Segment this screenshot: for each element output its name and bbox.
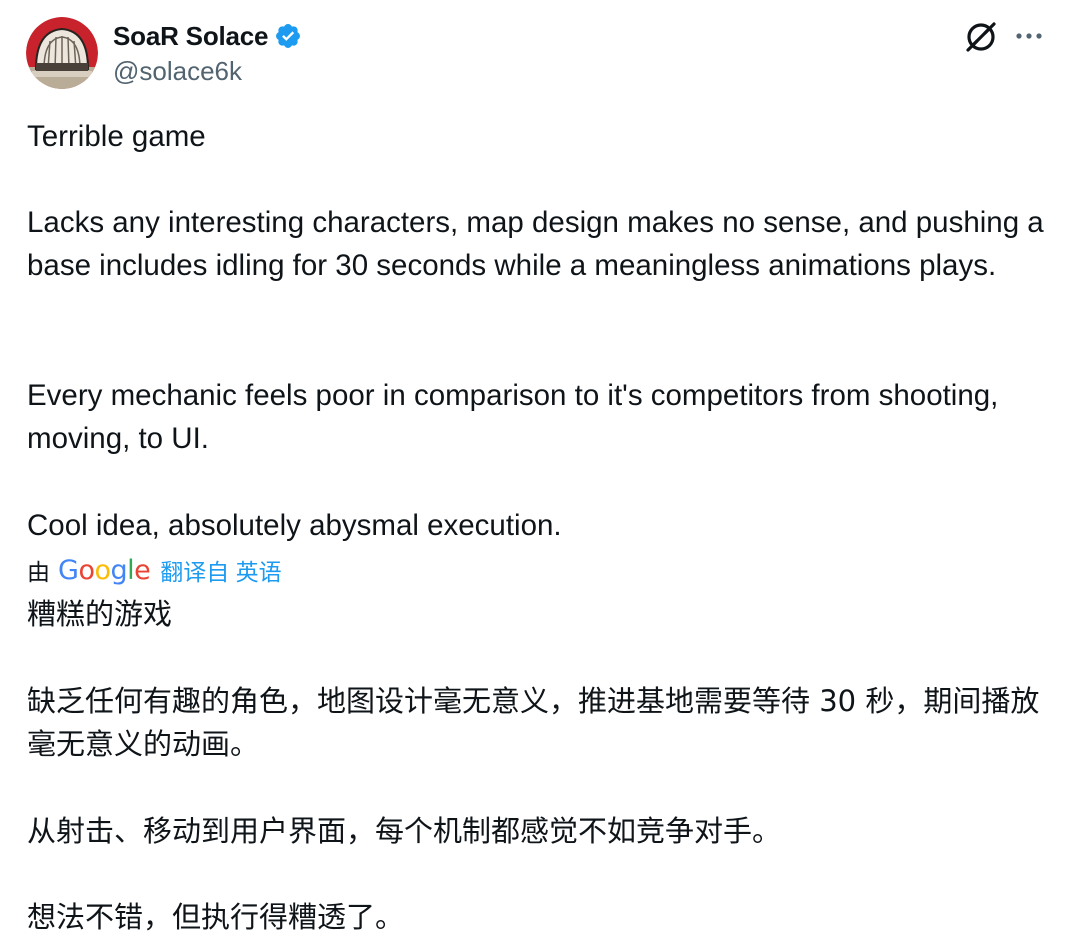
more-options-icon[interactable] bbox=[1014, 26, 1044, 46]
translated-paragraph: 缺乏任何有趣的角色，地图设计毫无意义，推进基地需要等待 30 秒，期间播放毫无意… bbox=[27, 684, 1040, 761]
translated-from-link[interactable]: 翻译自 英语 bbox=[160, 553, 281, 587]
verified-badge-icon bbox=[274, 22, 302, 50]
tweet-paragraph: Cool idea, absolutely abysmal execution. bbox=[27, 509, 562, 542]
display-name[interactable]: SoaR Solace bbox=[113, 21, 269, 52]
grok-icon[interactable] bbox=[962, 18, 1000, 56]
translated-paragraph: 糟糕的游戏 bbox=[27, 597, 173, 631]
user-handle[interactable]: @solace6k bbox=[113, 56, 242, 87]
avatar[interactable] bbox=[26, 17, 98, 89]
tweet-card: SoaR Solace @solace6k Terrible game Lack… bbox=[0, 0, 1080, 941]
translated-paragraph: 从射击、移动到用户界面，每个机制都感觉不如竞争对手。 bbox=[27, 814, 782, 848]
tweet-paragraph: Lacks any interesting characters, map de… bbox=[27, 206, 1052, 283]
translated-paragraph: 想法不错，但执行得糟透了。 bbox=[27, 900, 405, 934]
tweet-paragraph: Every mechanic feels poor in comparison … bbox=[27, 379, 1007, 456]
translation-attribution: 由 Google 翻译自 英语 bbox=[27, 552, 282, 588]
display-name-row: SoaR Solace bbox=[113, 18, 302, 54]
avatar-helmet-image bbox=[26, 17, 98, 89]
tweet-paragraph: Terrible game bbox=[27, 120, 206, 153]
google-logo: Google bbox=[58, 554, 151, 586]
translation-prefix: 由 bbox=[27, 559, 50, 585]
